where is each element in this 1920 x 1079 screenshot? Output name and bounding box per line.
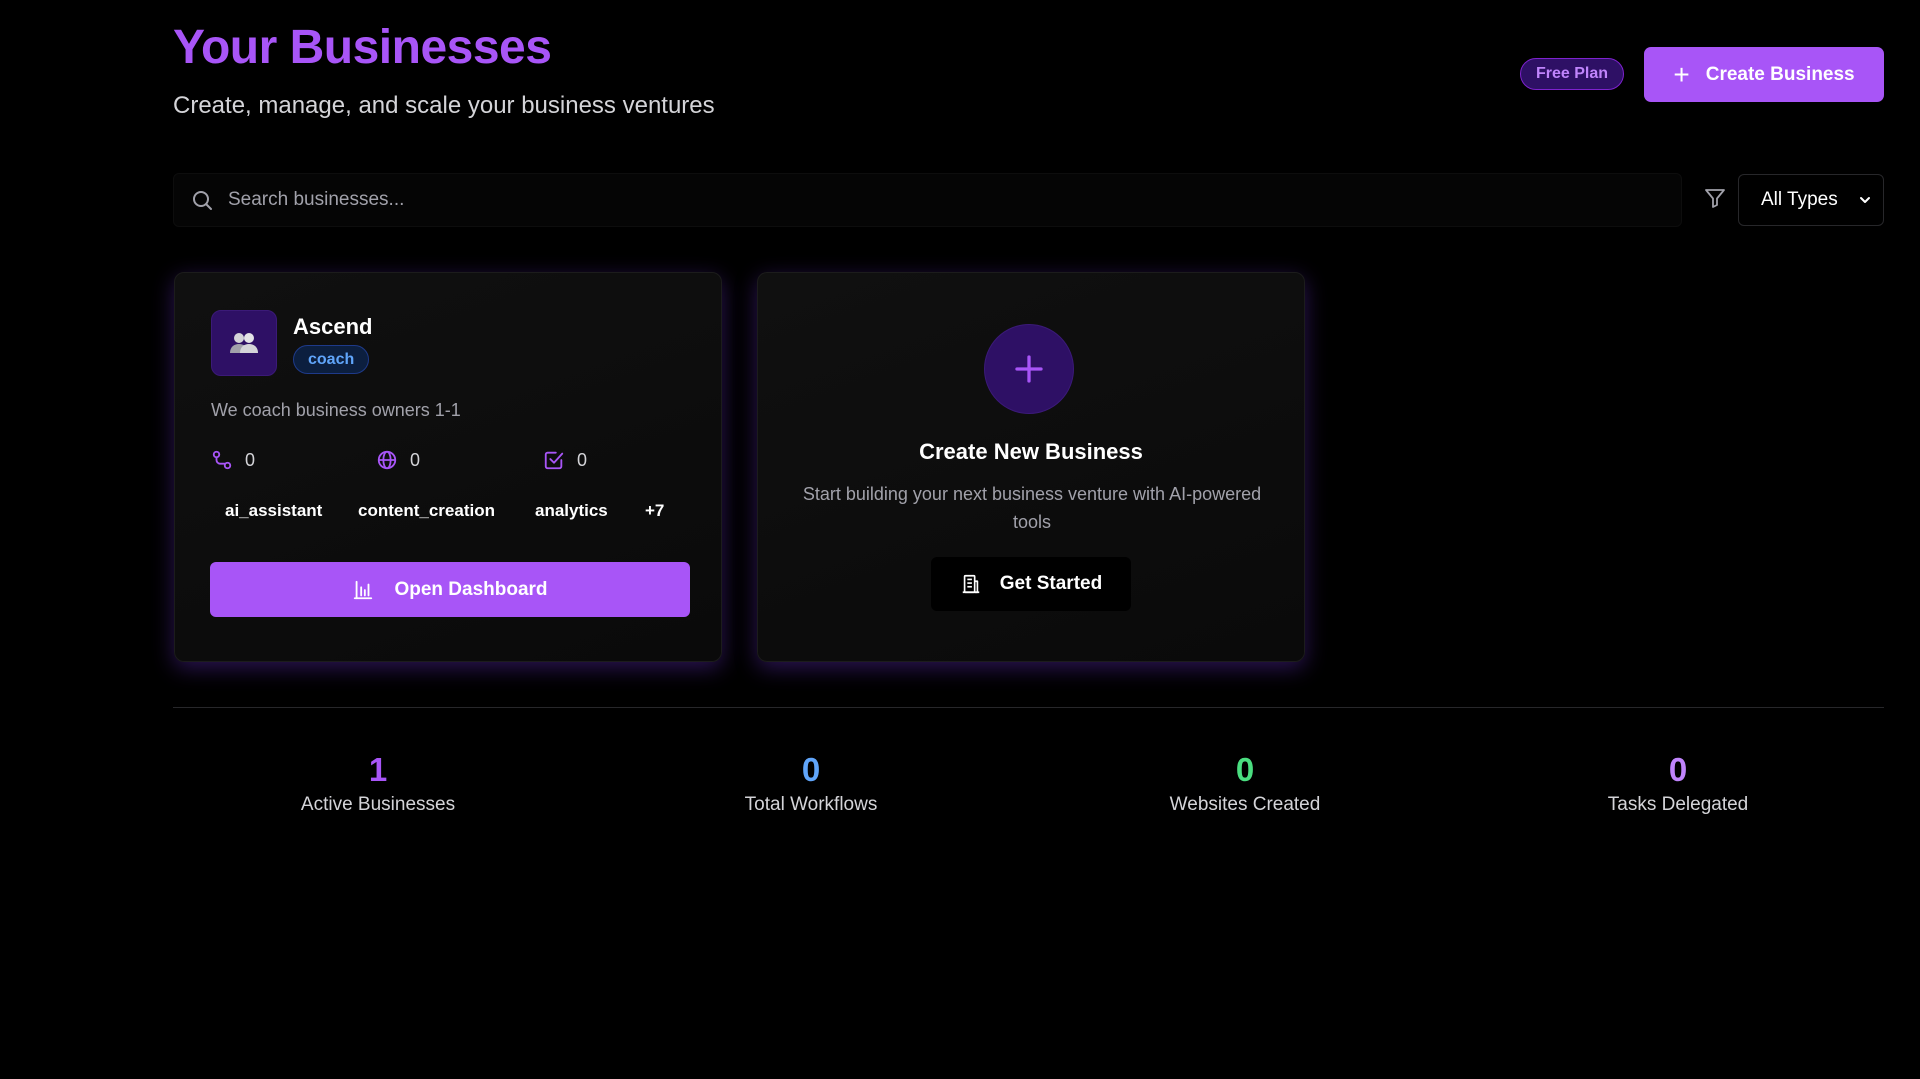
create-business-label: Create Business — [1705, 63, 1855, 85]
plus-icon — [984, 324, 1074, 414]
summary-label: Total Workflows — [744, 794, 878, 816]
more-capabilities-tag: +7 — [645, 501, 665, 520]
open-dashboard-button[interactable]: Open Dashboard — [210, 562, 690, 617]
building-icon — [962, 574, 980, 594]
page-title: Your Businesses — [173, 21, 552, 74]
summary-label: Tasks Delegated — [1607, 794, 1749, 816]
summary-value: 0 — [1668, 751, 1688, 788]
search-input[interactable] — [228, 174, 1681, 226]
summary-tasks-delegated: 0 Tasks Delegated — [1528, 751, 1828, 816]
summary-active-businesses: 1 Active Businesses — [228, 751, 528, 816]
summary-value: 0 — [1235, 751, 1255, 788]
capability-tag: ai_assistant — [225, 501, 323, 520]
summary-label: Websites Created — [1169, 794, 1321, 816]
create-business-card[interactable]: Create New Business Start building your … — [757, 272, 1305, 662]
open-dashboard-label: Open Dashboard — [394, 578, 548, 600]
summary-value: 1 — [368, 751, 388, 788]
workflows-count: 0 — [245, 449, 256, 470]
websites-stat: 0 — [376, 449, 420, 471]
page-subtitle: Create, manage, and scale your business … — [173, 92, 715, 119]
tasks-count: 0 — [577, 449, 588, 470]
business-card[interactable]: Ascend coach We coach business owners 1-… — [174, 272, 722, 662]
plus-icon: + — [1673, 58, 1690, 90]
create-card-description: Start building your next business ventur… — [802, 484, 1262, 532]
bar-chart-icon — [354, 580, 373, 599]
workflows-stat: 0 — [211, 449, 255, 471]
create-business-button[interactable]: + Create Business — [1644, 47, 1884, 102]
websites-count: 0 — [410, 449, 421, 470]
chevron-down-icon — [1860, 197, 1870, 203]
filter-icon[interactable] — [1703, 186, 1727, 210]
business-name: Ascend — [293, 314, 373, 339]
task-check-icon — [544, 451, 564, 470]
divider — [173, 707, 1884, 708]
capability-tag: analytics — [535, 501, 608, 520]
summary-websites-created: 0 Websites Created — [1095, 751, 1395, 816]
summary-label: Active Businesses — [300, 794, 456, 816]
summary-value: 0 — [801, 751, 821, 788]
create-card-title: Create New Business — [919, 439, 1143, 464]
type-filter-value: All Types — [1761, 189, 1838, 210]
plan-badge: Free Plan — [1520, 58, 1625, 90]
workflow-icon — [212, 450, 232, 470]
get-started-button[interactable]: Get Started — [931, 557, 1131, 611]
summary-total-workflows: 0 Total Workflows — [661, 751, 961, 816]
business-type-badge: coach — [293, 345, 370, 374]
users-icon — [211, 310, 277, 376]
type-filter-select[interactable]: All Types — [1738, 174, 1884, 226]
businesses-page: Your Businesses Create, manage, and scal… — [0, 0, 1920, 1079]
search-bar — [173, 173, 1682, 227]
tasks-stat: 0 — [543, 449, 587, 471]
capability-tag: content_creation — [358, 501, 495, 520]
search-icon — [193, 191, 212, 210]
business-description: We coach business owners 1-1 — [211, 400, 461, 420]
globe-icon — [377, 450, 397, 470]
get-started-label: Get Started — [999, 573, 1103, 594]
